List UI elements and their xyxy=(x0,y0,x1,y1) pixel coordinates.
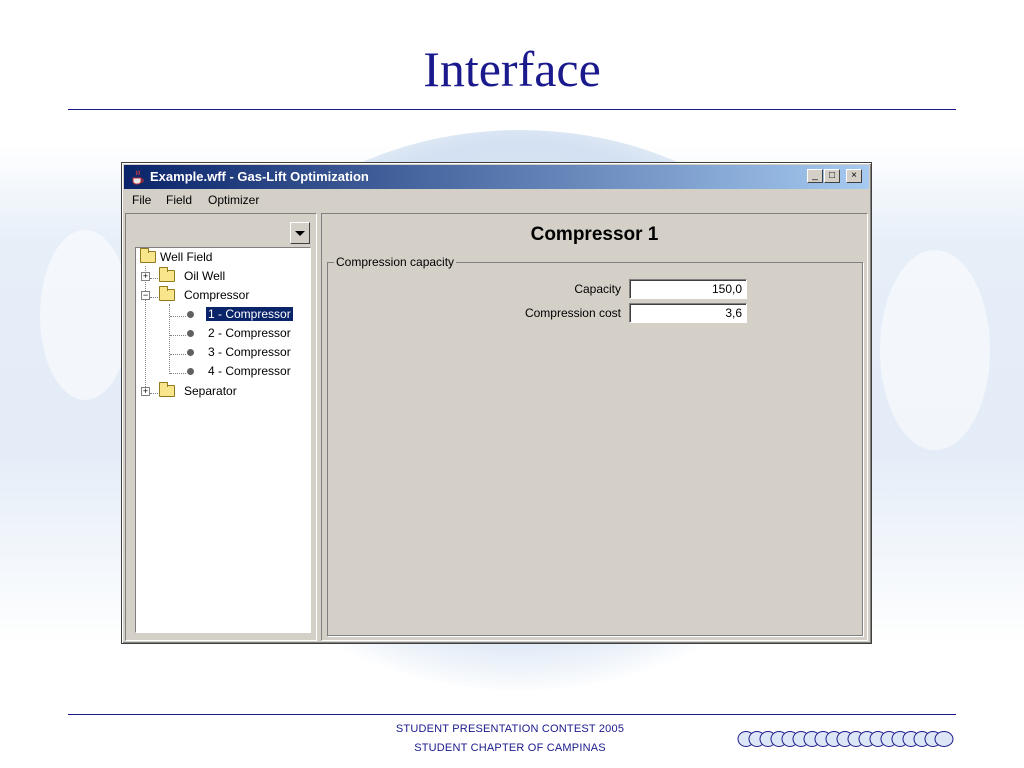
menu-field[interactable]: Field xyxy=(166,193,192,207)
leaf-node-icon xyxy=(187,330,194,337)
tree-item-label: Well Field xyxy=(160,250,213,264)
compression-cost-label: Compression cost xyxy=(524,306,621,320)
tree-connector xyxy=(150,278,158,279)
panel-title: Compressor 1 xyxy=(530,224,659,245)
slide-title: Interface xyxy=(423,41,601,97)
title-divider xyxy=(68,109,956,110)
group-label: Compression capacity xyxy=(334,255,457,269)
capacity-label: Capacity xyxy=(574,282,621,296)
globe-landmass xyxy=(880,250,990,450)
title-bar[interactable]: Example.wff - Gas-Lift Optimization _ □ … xyxy=(124,165,869,189)
tree-connector xyxy=(150,393,158,394)
app-window: Example.wff - Gas-Lift Optimization _ □ … xyxy=(121,162,872,644)
compression-cost-input[interactable] xyxy=(629,303,747,323)
globe-landmass xyxy=(40,230,130,400)
tree-item-label: Compressor xyxy=(184,288,250,302)
folder-icon xyxy=(159,286,175,301)
menu-bar: File Field Optimizer xyxy=(124,190,869,210)
chevron-down-icon[interactable] xyxy=(290,222,310,244)
tree-item-label: Oil Well xyxy=(184,269,226,283)
expand-plus-icon[interactable]: + xyxy=(141,387,150,396)
footer-line-1: STUDENT PRESENTATION CONTEST 2005 xyxy=(395,723,625,735)
expand-plus-icon[interactable]: + xyxy=(141,272,150,281)
leaf-node-icon xyxy=(187,349,194,356)
menu-file[interactable]: File xyxy=(132,193,151,207)
tree-connector xyxy=(145,266,146,393)
folder-icon xyxy=(140,248,156,263)
collapse-minus-icon[interactable]: − xyxy=(141,291,150,300)
java-cup-icon xyxy=(132,170,144,185)
field-tree[interactable]: Well Field + Oil Well − Compressor 1 - C… xyxy=(135,247,311,633)
menu-optimizer[interactable]: Optimizer xyxy=(208,193,259,207)
tree-connector xyxy=(150,297,158,298)
tree-connector xyxy=(169,304,170,374)
leaf-node-icon xyxy=(187,368,194,375)
footer-divider xyxy=(68,714,956,715)
minimize-button[interactable]: _ xyxy=(807,169,823,183)
tree-connector xyxy=(170,354,186,355)
footer-line-2: STUDENT CHAPTER OF CAMPINAS xyxy=(414,742,606,754)
tree-connector xyxy=(170,316,186,317)
compression-capacity-group: Compression capacity Capacity Compressio… xyxy=(327,255,863,636)
close-button[interactable]: × xyxy=(846,169,862,183)
folder-icon xyxy=(159,382,175,397)
tree-item-label: 4 - Compressor xyxy=(208,364,291,378)
window-title: Example.wff - Gas-Lift Optimization xyxy=(150,169,369,184)
tree-connector xyxy=(170,335,186,336)
maximize-button[interactable]: □ xyxy=(824,169,840,183)
folder-icon xyxy=(159,267,175,282)
leaf-node-icon xyxy=(187,311,194,318)
detail-pane: Compressor 1 Compression capacity Capaci… xyxy=(321,213,868,641)
chain-links-logo xyxy=(737,731,954,747)
tree-pane: Well Field + Oil Well − Compressor 1 - C… xyxy=(125,213,317,641)
tree-connector xyxy=(170,373,186,374)
tree-item-label: 2 - Compressor xyxy=(208,326,291,340)
tree-item-label: 1 - Compressor xyxy=(205,306,294,322)
tree-item-label: Separator xyxy=(184,384,237,398)
capacity-input[interactable] xyxy=(629,279,747,299)
tree-item-label: 3 - Compressor xyxy=(208,345,291,359)
